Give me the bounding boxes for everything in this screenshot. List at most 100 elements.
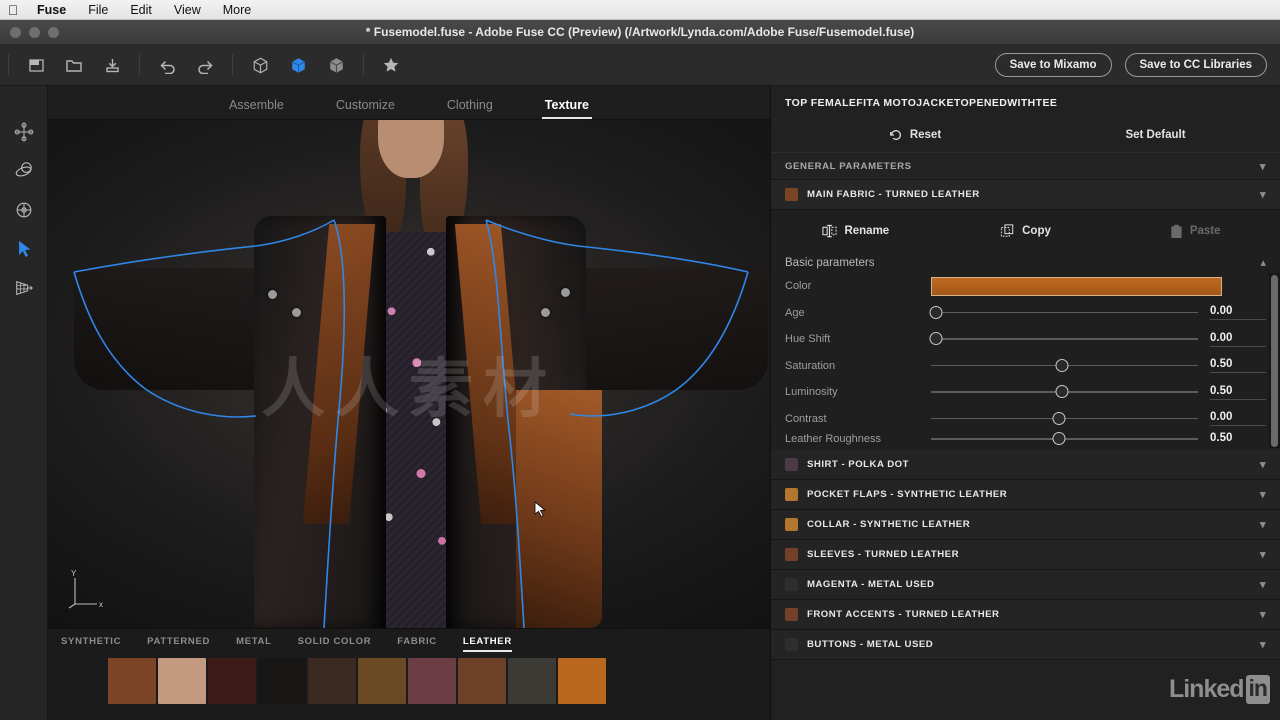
material-thumbnail — [785, 608, 798, 621]
hue-shift-slider[interactable] — [929, 332, 1198, 346]
category-solid-color[interactable]: SOLID COLOR — [298, 636, 372, 652]
copy-button[interactable]: Copy — [941, 224, 1111, 238]
redo-icon[interactable] — [186, 45, 224, 86]
material-thumbnail — [785, 548, 798, 561]
contrast-slider[interactable] — [931, 411, 1198, 426]
focus-target-icon[interactable] — [0, 190, 48, 229]
leather-swatch-4[interactable] — [258, 658, 306, 704]
rename-button[interactable]: Rename — [771, 224, 941, 238]
slider-knob[interactable] — [1055, 358, 1069, 372]
perspective-camera-icon[interactable] — [0, 268, 48, 307]
leather-roughness-slider[interactable] — [931, 432, 1198, 446]
category-patterned[interactable]: PATTERNED — [147, 636, 210, 652]
wireframe-cube-icon[interactable] — [241, 45, 279, 86]
contrast-value[interactable]: 0.00 — [1210, 411, 1266, 427]
save-download-icon[interactable] — [93, 45, 131, 86]
material-name: SLEEVES - TURNED LEATHER — [807, 549, 960, 560]
tab-texture[interactable]: Texture — [541, 98, 593, 119]
param-row-color: Color — [771, 273, 1280, 300]
minimize-window-button[interactable] — [29, 26, 40, 38]
leather-swatch-3[interactable] — [208, 658, 256, 704]
saturation-slider[interactable] — [931, 358, 1198, 373]
linkedin-wordmark: Linked — [1168, 675, 1245, 703]
toolbar-divider — [363, 54, 364, 76]
material-thumbnail — [785, 518, 798, 531]
menu-item-fuse[interactable]: Fuse — [26, 0, 77, 20]
slider-knob[interactable] — [929, 305, 943, 319]
apple-logo-icon[interactable]:  — [0, 3, 26, 17]
material-header-buttons[interactable]: BUTTONS - METAL USED ▾ — [771, 630, 1280, 660]
tab-clothing[interactable]: Clothing — [447, 98, 493, 119]
category-fabric[interactable]: FABRIC — [397, 636, 437, 652]
material-header-collar[interactable]: COLLAR - SYNTHETIC LEATHER ▾ — [771, 510, 1280, 540]
leather-swatch-1[interactable] — [108, 658, 156, 704]
material-header-sleeves[interactable]: SLEEVES - TURNED LEATHER ▾ — [771, 540, 1280, 570]
luminosity-value[interactable]: 0.50 — [1210, 385, 1266, 400]
parameters-scroll-track[interactable] — [1269, 273, 1280, 448]
parameters-scroll-thumb[interactable] — [1271, 275, 1278, 447]
reset-button[interactable]: Reset — [785, 128, 1045, 142]
save-to-mixamo-button[interactable]: Save to Mixamo — [994, 53, 1112, 77]
material-header-main-fabric[interactable]: MAIN FABRIC - TURNED LEATHER ▾ — [771, 180, 1280, 210]
category-metal[interactable]: METAL — [236, 636, 272, 652]
leather-swatch-6[interactable] — [358, 658, 406, 704]
material-header-magenta[interactable]: MAGENTA - METAL USED ▾ — [771, 570, 1280, 600]
leather-swatch-2[interactable] — [158, 658, 206, 704]
3d-viewport[interactable]: 人人素材 Y x — [48, 120, 770, 628]
tab-customize[interactable]: Customize — [336, 98, 395, 119]
material-thumbnail — [785, 578, 798, 591]
material-header-pocket-flaps[interactable]: POCKET FLAPS - SYNTHETIC LEATHER ▾ — [771, 480, 1280, 510]
slider-knob[interactable] — [1052, 411, 1066, 425]
select-arrow-icon[interactable] — [0, 229, 48, 268]
textured-cube-icon[interactable] — [317, 45, 355, 86]
menu-item-view[interactable]: View — [163, 0, 212, 20]
material-name: MAGENTA - METAL USED — [807, 579, 935, 590]
shaded-cube-icon[interactable] — [279, 45, 317, 86]
menu-item-edit[interactable]: Edit — [119, 0, 163, 20]
star-icon[interactable] — [372, 45, 410, 86]
saturation-value[interactable]: 0.50 — [1210, 358, 1266, 374]
slider-knob[interactable] — [1055, 385, 1069, 399]
category-leather[interactable]: LEATHER — [462, 636, 512, 652]
close-window-button[interactable] — [10, 26, 21, 38]
tab-assemble[interactable]: Assemble — [229, 98, 284, 119]
reset-icon — [889, 130, 901, 141]
basic-parameters-bar[interactable]: Basic parameters ▴ — [771, 252, 1280, 273]
material-category-tabs: SYNTHETIC PATTERNED METAL SOLID COLOR FA… — [48, 629, 770, 652]
open-folder-icon[interactable] — [55, 45, 93, 86]
new-icon[interactable] — [17, 45, 55, 86]
material-name: COLLAR - SYNTHETIC LEATHER — [807, 519, 971, 530]
age-value[interactable]: 0.00 — [1210, 305, 1266, 321]
age-slider[interactable] — [929, 305, 1198, 320]
menu-item-more[interactable]: More — [212, 0, 262, 20]
leather-swatch-9[interactable] — [508, 658, 556, 704]
material-thumbnail — [785, 458, 798, 471]
save-to-cc-libraries-button[interactable]: Save to CC Libraries — [1124, 53, 1267, 77]
leather-swatch-10[interactable] — [558, 658, 606, 704]
set-default-button[interactable]: Set Default — [1045, 129, 1266, 141]
jacket-button — [268, 290, 277, 299]
luminosity-slider[interactable] — [931, 385, 1198, 399]
pan-tool-icon[interactable] — [0, 112, 48, 151]
material-name: POCKET FLAPS - SYNTHETIC LEATHER — [807, 489, 1008, 500]
category-synthetic[interactable]: SYNTHETIC — [61, 636, 121, 652]
param-row-leather-roughness: Leather Roughness 0.50 — [771, 432, 1280, 446]
material-header-front-accents[interactable]: FRONT ACCENTS - TURNED LEATHER ▾ — [771, 600, 1280, 630]
color-swatch-field[interactable] — [931, 276, 1222, 296]
chevron-down-icon: ▾ — [1259, 639, 1266, 651]
leather-roughness-value[interactable]: 0.50 — [1210, 432, 1266, 446]
hue-shift-value[interactable]: 0.00 — [1210, 332, 1266, 347]
chevron-down-icon: ▾ — [1259, 579, 1266, 591]
slider-knob[interactable] — [1052, 432, 1066, 445]
leather-swatch-5[interactable] — [308, 658, 356, 704]
leather-swatch-7[interactable] — [408, 658, 456, 704]
slider-knob[interactable] — [929, 332, 943, 346]
section-general-parameters[interactable]: GENERAL PARAMETERS ▾ — [771, 152, 1280, 180]
maximize-window-button[interactable] — [48, 26, 59, 38]
material-name: BUTTONS - METAL USED — [807, 639, 934, 650]
material-header-shirt[interactable]: SHIRT - POLKA DOT ▾ — [771, 450, 1280, 480]
menu-item-file[interactable]: File — [77, 0, 119, 20]
leather-swatch-8[interactable] — [458, 658, 506, 704]
orbit-tool-icon[interactable] — [0, 151, 48, 190]
undo-icon[interactable] — [148, 45, 186, 86]
